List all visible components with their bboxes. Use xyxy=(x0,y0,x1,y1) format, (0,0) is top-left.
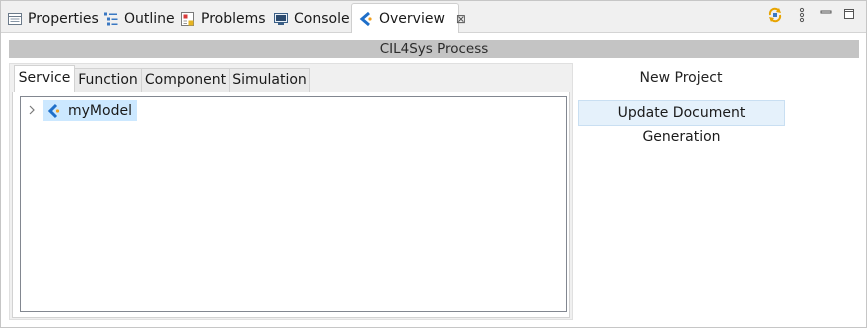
minimize-icon[interactable] xyxy=(818,6,834,24)
tree-item-label-selected[interactable]: myModel xyxy=(43,100,137,121)
tab-function[interactable]: Function xyxy=(74,68,142,93)
new-project-label[interactable]: New Project xyxy=(581,70,781,86)
tree-item-mymodel[interactable]: myModel xyxy=(21,100,141,121)
process-title-bar: CIL4Sys Process xyxy=(9,40,859,58)
service-tab-content: myModel xyxy=(12,92,570,318)
overview-view-window: Properties Outline Problems Console Over… xyxy=(0,0,867,328)
tree-item-label: myModel xyxy=(68,102,132,119)
tab-properties[interactable]: Properties xyxy=(1,5,99,32)
tab-label: Overview xyxy=(379,11,445,27)
sync-icon[interactable] xyxy=(767,6,783,24)
tab-label: Problems xyxy=(201,11,266,27)
tab-label: Outline xyxy=(124,11,175,27)
update-document-generation-button[interactable]: Update Document Generation xyxy=(578,100,785,145)
tab-overview[interactable]: Overview ⊠ xyxy=(351,3,466,33)
tab-label: Console xyxy=(294,11,350,27)
capella-icon xyxy=(358,11,374,27)
capella-model-icon xyxy=(46,103,62,119)
tab-problems[interactable]: Problems xyxy=(174,5,266,32)
maximize-icon[interactable] xyxy=(841,6,857,24)
tab-outline[interactable]: Outline xyxy=(97,5,175,32)
tab-label: Properties xyxy=(28,11,99,27)
model-tree[interactable]: myModel xyxy=(20,96,567,312)
tab-service[interactable]: Service xyxy=(14,65,75,93)
chevron-right-icon[interactable] xyxy=(27,102,37,118)
console-icon xyxy=(273,11,289,27)
view-tab-bar: Properties Outline Problems Console Over… xyxy=(1,1,866,33)
tab-console[interactable]: Console xyxy=(267,5,350,32)
properties-icon xyxy=(7,11,23,27)
process-tabs-panel: Service Function Component Simulation my… xyxy=(9,63,573,320)
problems-icon xyxy=(180,11,196,27)
tab-simulation[interactable]: Simulation xyxy=(229,68,310,93)
view-menu-icon[interactable] xyxy=(794,6,810,24)
tab-component[interactable]: Component xyxy=(141,68,230,93)
outline-icon xyxy=(103,11,119,27)
close-icon[interactable]: ⊠ xyxy=(456,13,466,25)
